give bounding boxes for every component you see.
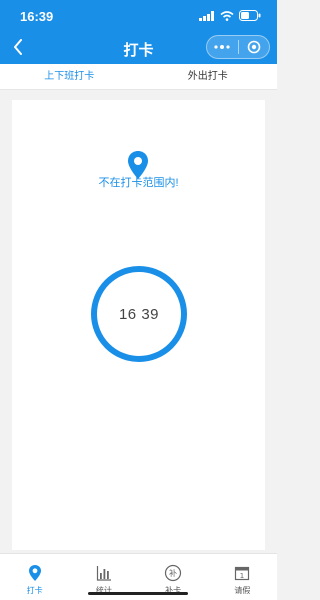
target-close-icon [247, 40, 261, 54]
range-notice: 不在打卡范围内! [98, 177, 179, 189]
nav-label-punch: 打卡 [26, 586, 43, 595]
status-time: 16:39 [20, 9, 54, 24]
home-indicator [88, 592, 188, 595]
close-mini-program-button[interactable] [239, 36, 270, 58]
calendar-icon: 1 [235, 566, 250, 581]
supplement-icon: 补 [165, 564, 182, 582]
status-bar: 16:39 [0, 0, 277, 30]
punch-card: 不在打卡范围内! 16 39 [12, 100, 265, 550]
status-icons [199, 10, 261, 21]
nav-item-punch[interactable]: 打卡 [0, 554, 69, 600]
punch-button[interactable]: 16 39 [91, 266, 187, 362]
punch-time: 16 39 [118, 305, 160, 323]
tab-commute-punch[interactable]: 上下班打卡 [0, 64, 139, 89]
location-pin-icon [28, 565, 41, 581]
top-bar: 16:39 打卡 [0, 0, 277, 64]
battery-icon [239, 10, 261, 21]
nav-bar: 打卡 [0, 30, 277, 64]
supplement-glyph: 补 [169, 568, 177, 578]
bar-chart-icon [96, 566, 111, 581]
tab-outing-punch[interactable]: 外出打卡 [139, 64, 278, 89]
more-button[interactable] [207, 36, 238, 58]
nav-label-leave: 请假 [234, 586, 251, 595]
signal-icon [199, 10, 214, 21]
wifi-icon [220, 10, 234, 21]
more-dots-icon [214, 45, 230, 49]
punch-type-tabs: 上下班打卡 外出打卡 [0, 64, 277, 90]
calendar-glyph: 1 [240, 572, 244, 580]
mini-program-capsule [206, 35, 270, 59]
nav-item-leave[interactable]: 1 请假 [208, 554, 277, 600]
